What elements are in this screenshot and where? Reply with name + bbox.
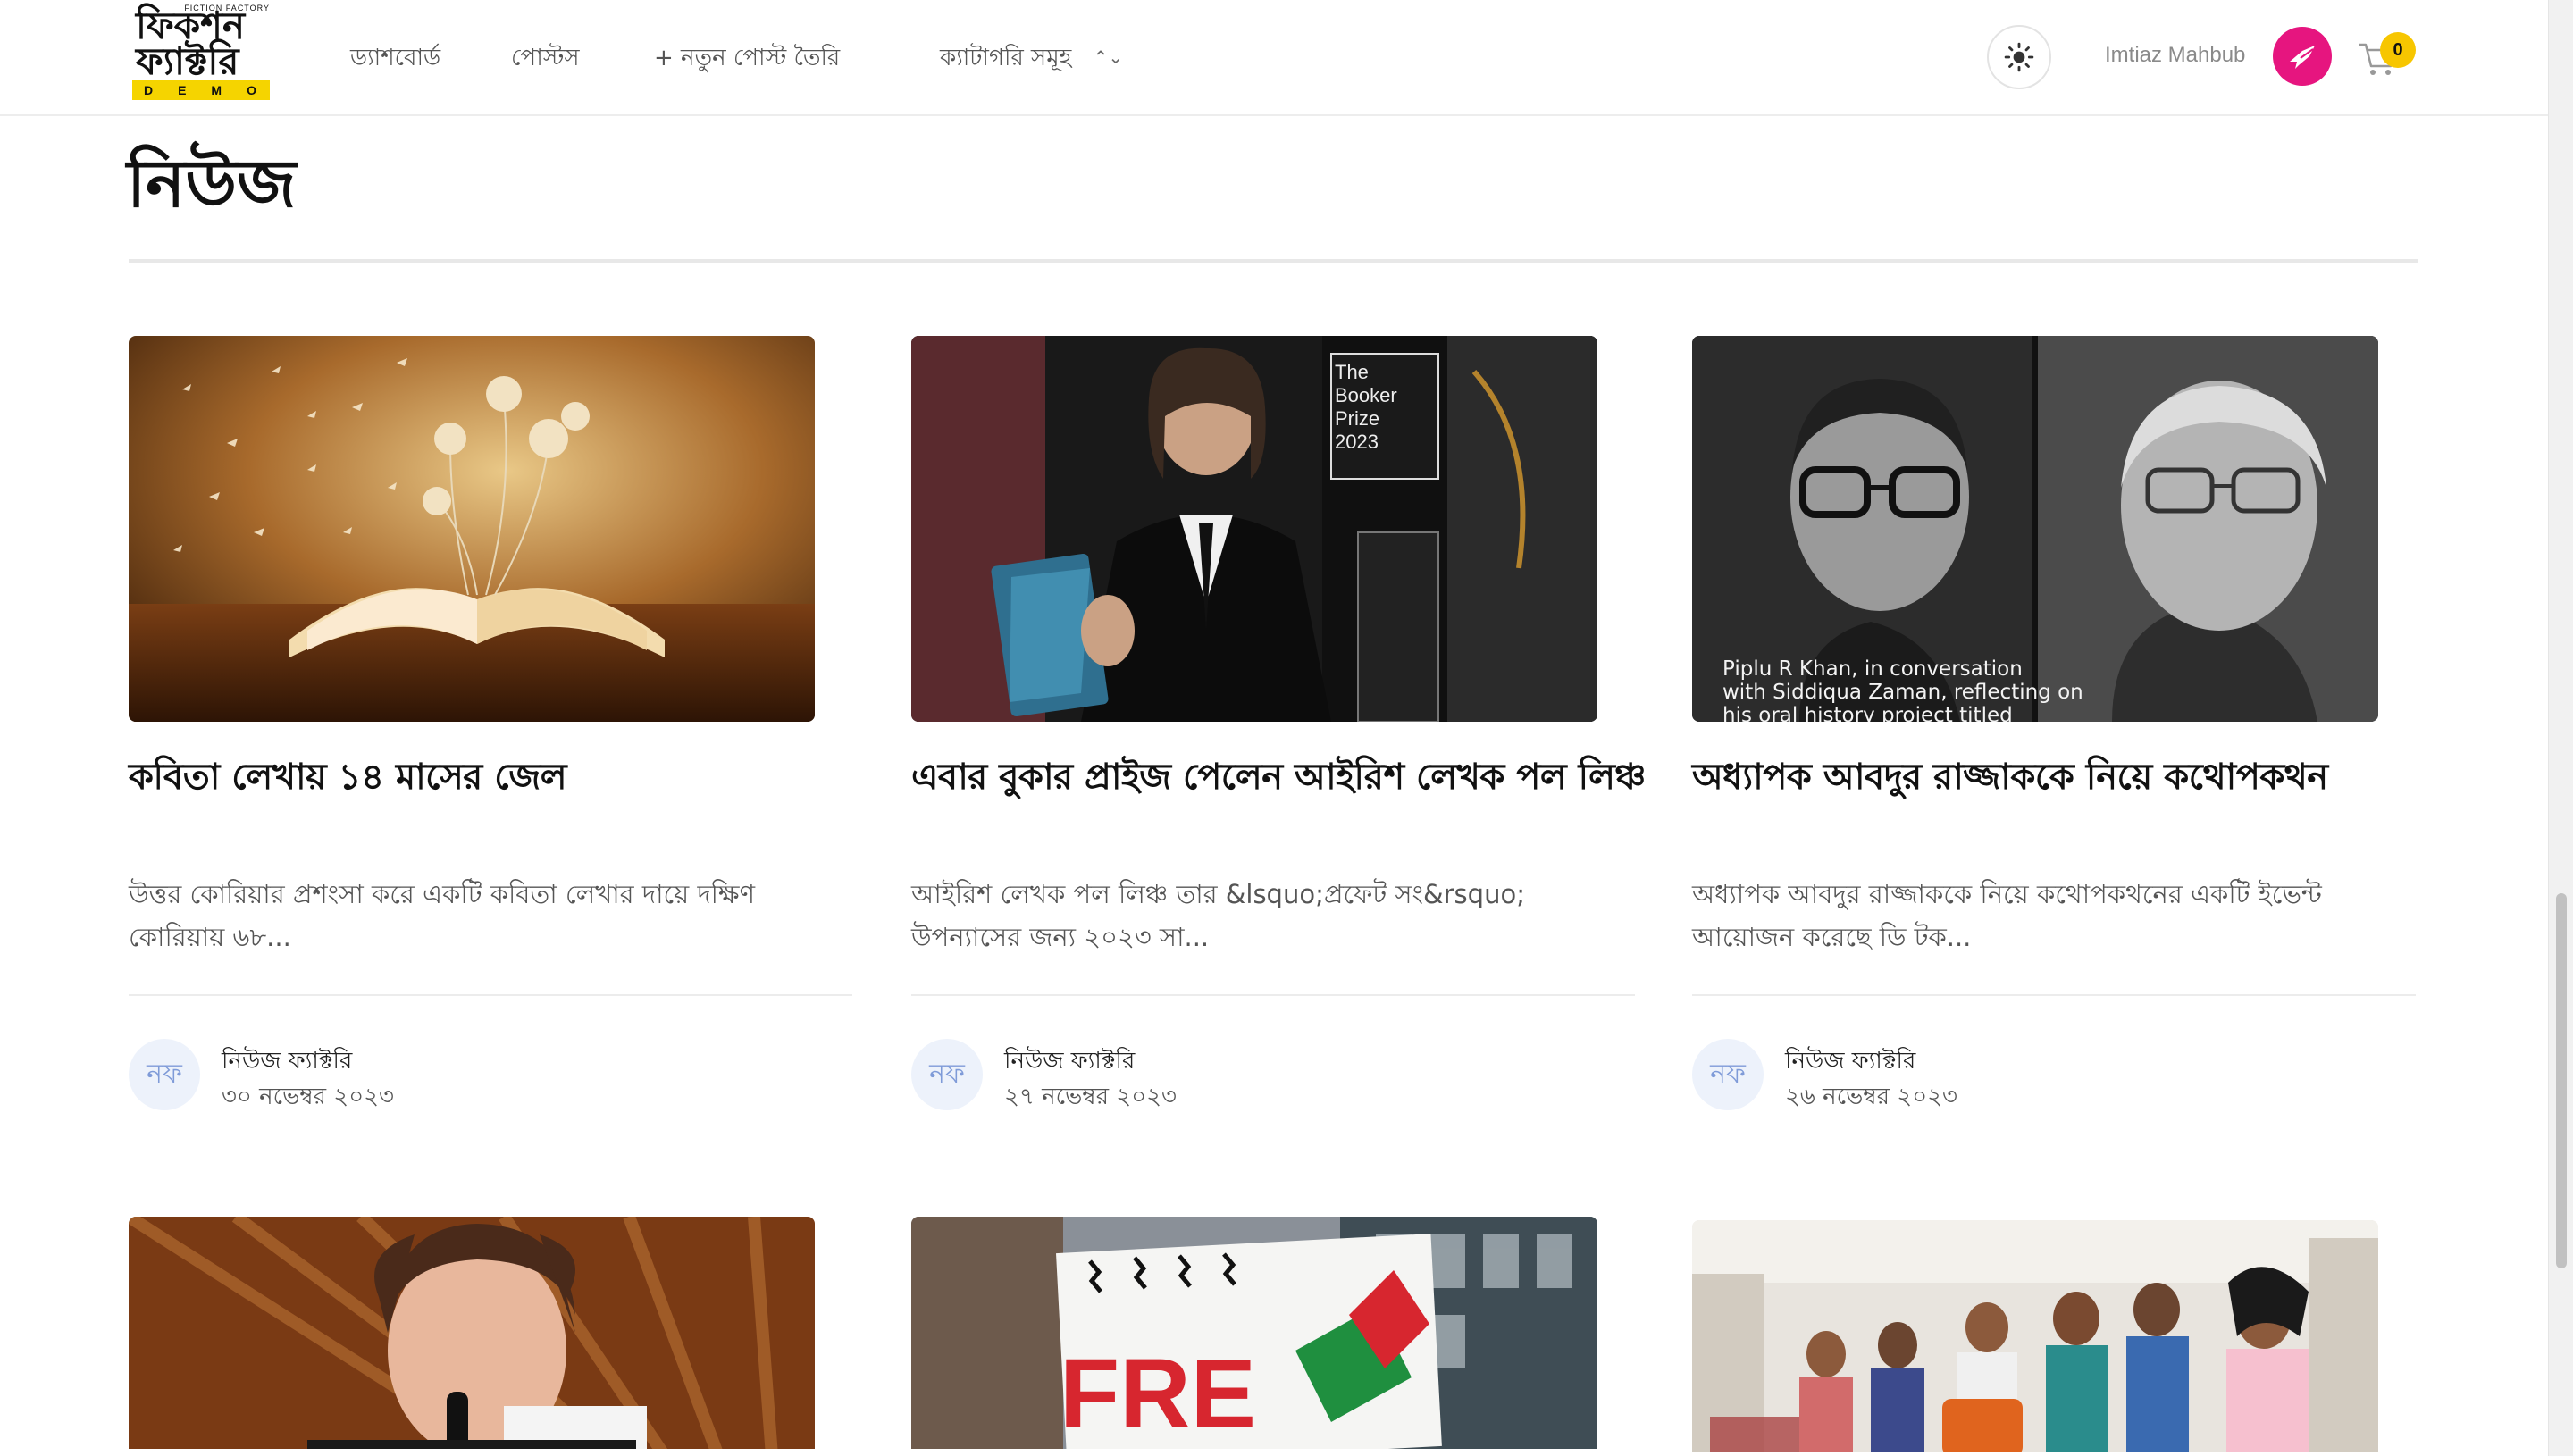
chevron-up-down-icon: ⌃⌄ [1093, 46, 1124, 68]
card-title[interactable]: কবিতা লেখায় ১৪ মাসের জেল [129, 749, 852, 808]
news-card[interactable]: কবিতা লেখায় ১৪ মাসের জেল উত্তর কোরিয়ার… [129, 336, 852, 1110]
post-date: ২৬ নভেম্বর ২০২৩ [1785, 1084, 1957, 1110]
author-name[interactable]: নিউজ ফ্যাক্টরি [222, 1042, 352, 1082]
image-caption: Piplu R Khan, in conversation with Siddi… [1722, 657, 2083, 722]
site-logo[interactable]: FICTION FACTORY ফিকশন ফ্যাক্টরি D E M O [132, 4, 270, 100]
user-name[interactable]: Imtiaz Mahbub [2105, 43, 2245, 68]
page-title: নিউজ [127, 146, 297, 222]
logo-demo-letter: M [211, 83, 224, 97]
image-caption-line: Piplu R Khan, in conversation [1722, 657, 2023, 681]
card-thumbnail-image[interactable] [1692, 1220, 2378, 1452]
logo-demo-bar: D E M O [132, 80, 270, 100]
title-divider [129, 259, 2418, 263]
post-date: ২৭ নভেম্বর ২০২৩ [1004, 1084, 1177, 1110]
card-divider [129, 994, 852, 996]
scrollbar-thumb[interactable] [2556, 893, 2567, 1268]
image-text: FRE [1060, 1339, 1256, 1449]
bird-icon [2290, 46, 2315, 69]
card-meta: নফ নিউজ ফ্যাক্টরি ২৬ নভেম্বর ২০২৩ [1692, 1039, 2416, 1110]
cart-count-badge: 0 [2380, 32, 2416, 68]
card-meta: নফ নিউজ ফ্যাক্টরি ২৭ নভেম্বর ২০২৩ [911, 1039, 1635, 1110]
sun-icon [2004, 42, 2034, 72]
image-text: Prize [1335, 407, 1379, 430]
top-navbar: FICTION FACTORY ফিকশন ফ্যাক্টরি D E M O … [0, 0, 2548, 116]
logo-demo-letter: D [143, 83, 155, 97]
user-avatar[interactable] [2273, 27, 2332, 86]
card-meta: নফ নিউজ ফ্যাক্টরি ৩০ নভেম্বর ২০২৩ [129, 1039, 852, 1110]
author-initials-avatar[interactable]: নফ [129, 1039, 200, 1110]
image-text: Booker [1335, 384, 1397, 406]
news-card[interactable]: Piplu R Khan, in conversation with Siddi… [1692, 336, 2416, 1110]
logo-mark: FICTION FACTORY ফিকশন ফ্যাক্টরি [132, 4, 270, 83]
image-text: The [1335, 361, 1369, 383]
author-name[interactable]: নিউজ ফ্যাক্টরি [1004, 1042, 1135, 1082]
nav-new-post-link[interactable]: + নতুন পোস্ট তৈরি [654, 39, 840, 79]
news-card[interactable]: The Booker Prize 2023 এবার বুকার প্রাইজ … [911, 336, 1646, 1110]
card-title[interactable]: অধ্যাপক আবদুর রাজ্জাককে নিয়ে কথোপকথন [1692, 749, 2416, 808]
logo-demo-letter: O [247, 83, 258, 97]
theme-toggle-button[interactable] [1987, 25, 2051, 89]
logo-text-line2: ফ্যাক্টরি [136, 39, 239, 83]
card-title[interactable]: এবার বুকার প্রাইজ পেলেন আইরিশ লেখক পল লি… [911, 749, 1646, 808]
logo-demo-letter: E [178, 83, 189, 97]
post-date: ৩০ নভেম্বর ২০২৩ [222, 1084, 394, 1110]
card-thumbnail-image[interactable]: Piplu R Khan, in conversation with Siddi… [1692, 336, 2378, 722]
image-text: 2023 [1335, 431, 1379, 453]
nav-categories-label: ক্যাটাগরি সমূহ [940, 45, 1072, 71]
card-excerpt: উত্তর কোরিয়ার প্রশংসা করে একটি কবিতা লে… [129, 879, 755, 952]
card-excerpt: আইরিশ লেখক পল লিঞ্চ তার &lsquo;প্রফেট সং… [911, 879, 1525, 952]
nav-dashboard-link[interactable]: ড্যাশবোর্ড [350, 39, 440, 79]
card-thumbnail-image[interactable] [129, 1217, 815, 1449]
nav-posts-link[interactable]: পোস্টস [511, 39, 580, 79]
card-thumbnail-image[interactable]: FRE [911, 1217, 1597, 1449]
nav-categories-dropdown[interactable]: ক্যাটাগরি সমূহ ⌃⌄ [940, 39, 1123, 79]
card-excerpt: অধ্যাপক আবদুর রাজ্জাককে নিয়ে কথোপকথনের … [1692, 879, 2322, 952]
author-name[interactable]: নিউজ ফ্যাক্টরি [1785, 1042, 1915, 1082]
card-divider [911, 994, 1635, 996]
image-caption-line: his oral history project titled [1722, 704, 2013, 722]
card-thumbnail-image[interactable]: The Booker Prize 2023 [911, 336, 1597, 722]
page-scrollbar[interactable] [2548, 0, 2573, 1456]
card-divider [1692, 994, 2416, 996]
author-initials-avatar[interactable]: নফ [1692, 1039, 1764, 1110]
card-thumbnail-image[interactable] [129, 336, 815, 722]
image-caption-line: with Siddiqua Zaman, reflecting on [1722, 681, 2083, 704]
author-initials-avatar[interactable]: নফ [911, 1039, 983, 1110]
